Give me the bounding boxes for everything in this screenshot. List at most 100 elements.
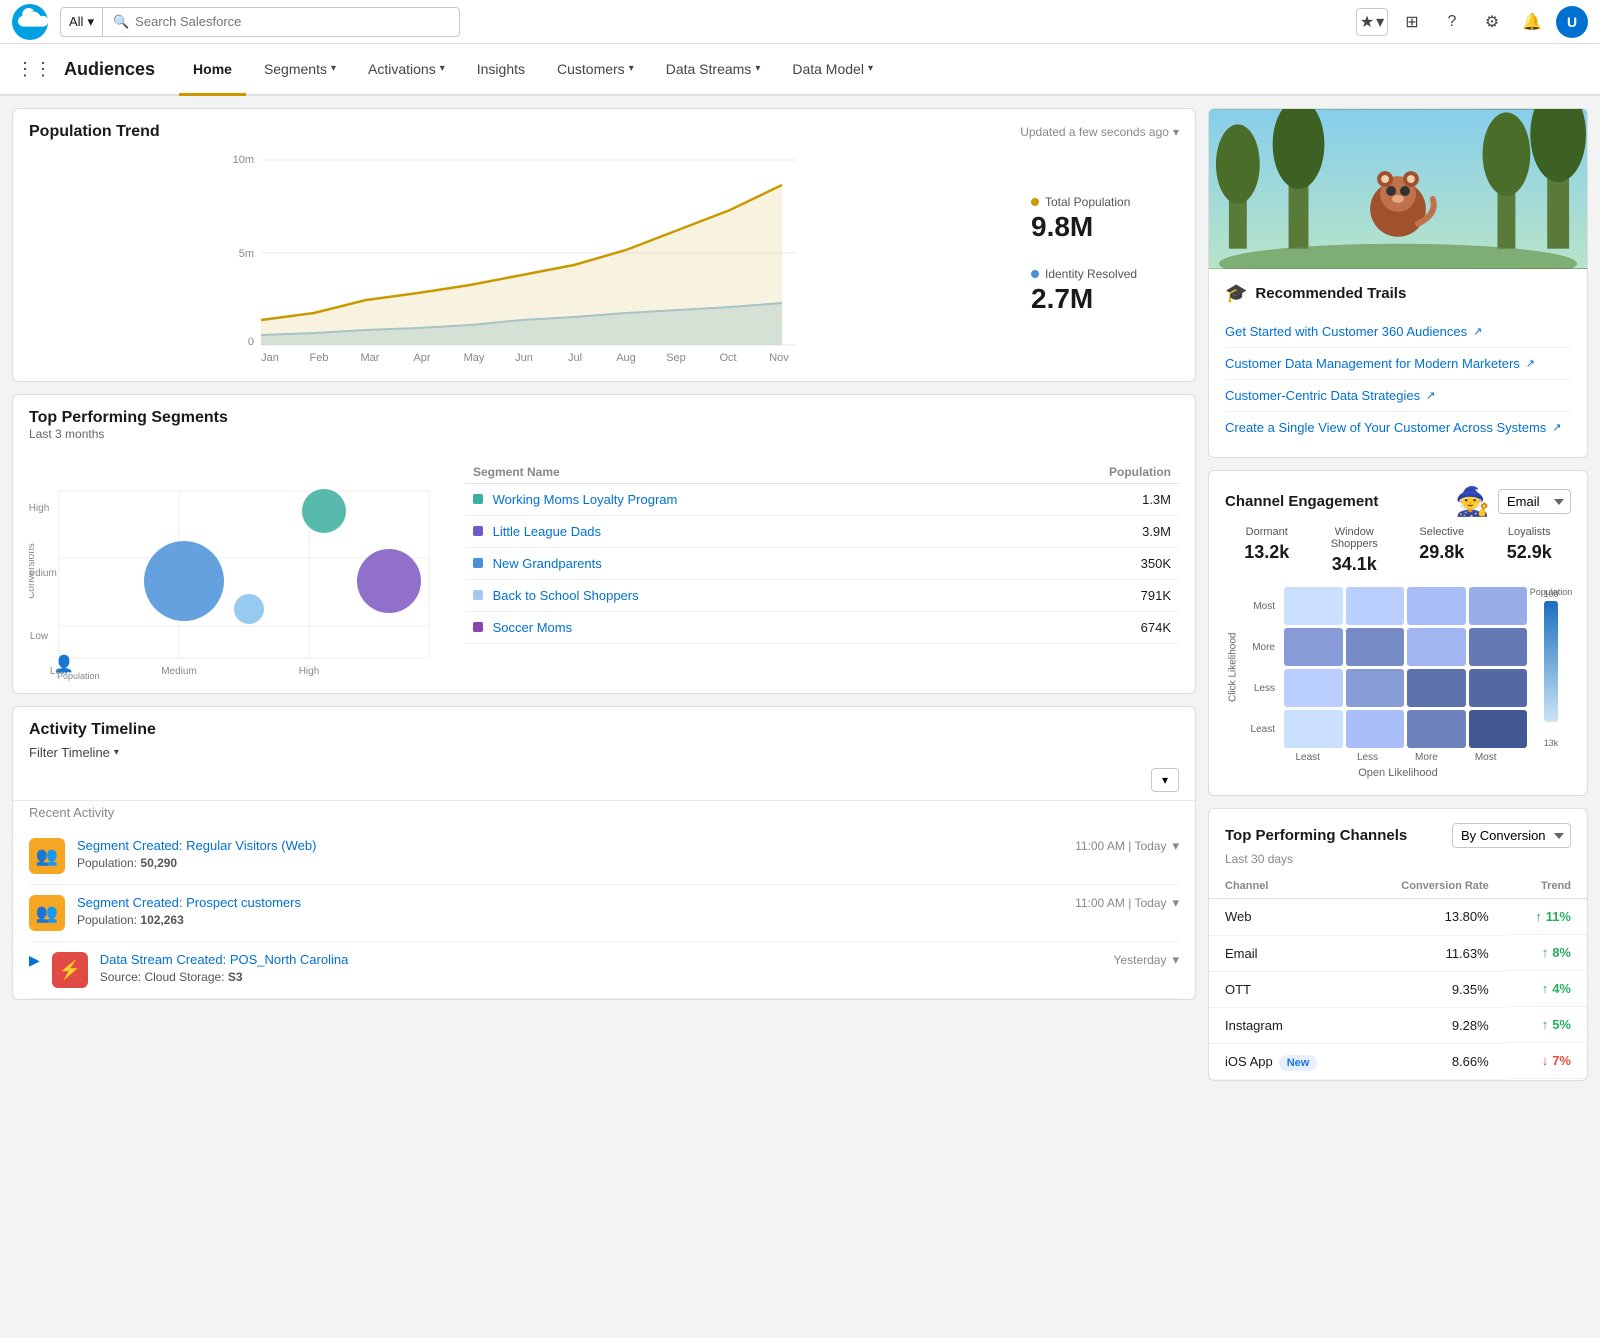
timeline-items: 👥 Segment Created: Regular Visitors (Web… <box>13 828 1195 999</box>
settings-button[interactable]: ⚙ <box>1476 6 1508 38</box>
heatmap-cell <box>1469 628 1528 666</box>
channel-name-cell: Web <box>1209 899 1360 936</box>
nav-item-segments[interactable]: Segments ▾ <box>250 44 350 96</box>
heatmap-cell <box>1346 628 1405 666</box>
nav-item-home[interactable]: Home <box>179 44 246 96</box>
bubble-little-league <box>144 541 224 621</box>
timeline-item-title[interactable]: Segment Created: Regular Visitors (Web) <box>77 838 1063 853</box>
timeline-item-title[interactable]: Segment Created: Prospect customers <box>77 895 1063 910</box>
new-badge: New <box>1279 1055 1318 1071</box>
channels-subtitle: Last 30 days <box>1209 852 1587 874</box>
svg-text:Medium: Medium <box>161 666 197 677</box>
svg-text:Nov: Nov <box>769 352 789 364</box>
nav-item-customers[interactable]: Customers ▾ <box>543 44 648 96</box>
trail-link[interactable]: Customer-Centric Data Strategies ↗ <box>1225 380 1571 412</box>
channels-title: Top Performing Channels <box>1225 827 1444 844</box>
channel-selector[interactable]: EmailWebMobileSocial <box>1498 489 1571 514</box>
search-scope-selector[interactable]: All ▾ <box>60 7 103 37</box>
nav-item-datastreams[interactable]: Data Streams ▾ <box>652 44 775 96</box>
customers-chevron-icon: ▾ <box>629 63 634 74</box>
trails-card: 🎓 Recommended Trails Get Started with Cu… <box>1208 108 1588 458</box>
segment-name-cell: Soccer Moms <box>465 612 992 644</box>
engagement-stat-value: 52.9k <box>1488 542 1572 563</box>
segments-subtitle: Last 3 months <box>29 427 228 441</box>
trail-link[interactable]: Create a Single View of Your Customer Ac… <box>1225 412 1571 443</box>
trend-header: Population Trend Updated a few seconds a… <box>13 109 1195 145</box>
nav-item-segments-label: Segments <box>264 61 327 77</box>
salesforce-logo[interactable] <box>12 4 48 40</box>
engagement-stat-value: 13.2k <box>1225 542 1309 563</box>
external-link-icon: ↗ <box>1473 325 1482 338</box>
notifications-button[interactable]: 🔔 <box>1516 6 1548 38</box>
expand-icon[interactable]: ▶ <box>29 952 40 969</box>
trend-menu-icon[interactable]: ▾ <box>1173 125 1179 139</box>
heatmap-x-label: Most <box>1475 752 1497 763</box>
engagement-stat-label: Loyalists <box>1488 526 1572 538</box>
scale-high: 100 <box>1543 589 1558 599</box>
favorites-button[interactable]: ★ ▾ <box>1356 8 1388 36</box>
trend-col-header: Trend <box>1505 874 1587 899</box>
svg-text:Feb: Feb <box>310 352 329 364</box>
segment-name-link[interactable]: Working Moms Loyalty Program <box>493 492 678 507</box>
timeline-item-right: 11:00 AM | Today ▾ <box>1075 895 1179 911</box>
heatmap-row-label: Most <box>1245 587 1281 625</box>
heatmap-cell <box>1469 669 1528 707</box>
segment-name-link[interactable]: Soccer Moms <box>493 620 572 635</box>
segment-name-link[interactable]: Back to School Shoppers <box>493 588 639 603</box>
segment-name-cell: Little League Dads <box>465 516 992 548</box>
segment-name-link[interactable]: New Grandparents <box>493 556 602 571</box>
channels-header: Top Performing Channels By ConversionBy … <box>1209 809 1587 852</box>
right-column: 🎓 Recommended Trails Get Started with Cu… <box>1208 108 1588 1081</box>
identity-resolved-dot <box>1031 270 1039 278</box>
help-button[interactable]: ? <box>1436 6 1468 38</box>
bubble-new-grandparents <box>234 594 264 624</box>
channels-sort-selector[interactable]: By ConversionBy VolumeBy Trend <box>1452 823 1571 848</box>
identity-resolved-value: 2.7M <box>1031 283 1179 315</box>
nav-item-datamodel[interactable]: Data Model ▾ <box>778 44 887 96</box>
total-population-value: 9.8M <box>1031 211 1179 243</box>
timeline-item-menu-btn[interactable]: ▾ <box>1172 895 1179 911</box>
search-input[interactable] <box>135 14 335 29</box>
svg-text:Low: Low <box>30 631 49 642</box>
heatmap-grid-container: MostMoreLessLeast <box>1245 587 1527 748</box>
segment-population-header: Population <box>992 461 1179 484</box>
timeline-item-menu-btn[interactable]: ▾ <box>1172 952 1179 968</box>
channel-trend-cell: ↑ 11% <box>1505 899 1587 935</box>
filter-timeline-button[interactable]: Filter Timeline ▾ <box>29 745 1179 760</box>
channel-row: OTT 9.35% ↑ 4% <box>1209 971 1587 1007</box>
timeline-item-meta: Source: Cloud Storage: S3 <box>100 970 1102 984</box>
trail-link[interactable]: Get Started with Customer 360 Audiences … <box>1225 316 1571 348</box>
segment-population-cell: 674K <box>992 612 1179 644</box>
channel-header: Channel Engagement 🧙 EmailWebMobileSocia… <box>1209 471 1587 526</box>
timeline-item-title[interactable]: Data Stream Created: POS_North Carolina <box>100 952 1102 967</box>
heatmap-cell <box>1346 587 1405 625</box>
bubble-working-moms <box>302 489 346 533</box>
trail-link[interactable]: Customer Data Management for Modern Mark… <box>1225 348 1571 380</box>
total-population-legend: Total Population 9.8M <box>1031 195 1179 243</box>
population-trend-card: Population Trend Updated a few seconds a… <box>12 108 1196 382</box>
timeline-filter-dropdown-btn[interactable]: ▾ <box>1151 768 1179 792</box>
x-axis-label: Open Likelihood <box>1225 767 1571 779</box>
grid-icon[interactable]: ⋮⋮ <box>16 59 52 80</box>
user-avatar[interactable]: U <box>1556 6 1588 38</box>
activity-timeline-card: Activity Timeline Filter Timeline ▾ ▾ Re… <box>12 706 1196 1000</box>
channel-col-header: Channel <box>1209 874 1360 899</box>
trend-updated-text: Updated a few seconds ago <box>1020 125 1169 139</box>
nav-item-insights[interactable]: Insights <box>463 44 539 96</box>
datastreams-chevron-icon: ▾ <box>755 63 760 74</box>
nav-item-activations[interactable]: Activations ▾ <box>354 44 459 96</box>
channel-rate-cell: 8.66% <box>1360 1043 1505 1079</box>
trend-arrow-icon: ↑ <box>1542 981 1549 996</box>
segment-population-cell: 791K <box>992 580 1179 612</box>
trail-link-text: Create a Single View of Your Customer Ac… <box>1225 420 1546 435</box>
timeline-item-icon: 👥 <box>29 895 65 931</box>
timeline-item-time: Yesterday <box>1114 953 1167 967</box>
segment-name-link[interactable]: Little League Dads <box>493 524 601 539</box>
timeline-item-menu-btn[interactable]: ▾ <box>1172 838 1179 854</box>
hero-image <box>1209 109 1587 269</box>
timeline-item-time: 11:00 AM | Today <box>1075 896 1166 910</box>
channel-name-cell: Instagram <box>1209 1007 1360 1043</box>
population-chart: 10m 5m 0 Jan <box>29 145 1003 365</box>
trend-arrow-icon: ↓ <box>1542 1053 1549 1068</box>
add-button[interactable]: ⊞ <box>1396 6 1428 38</box>
